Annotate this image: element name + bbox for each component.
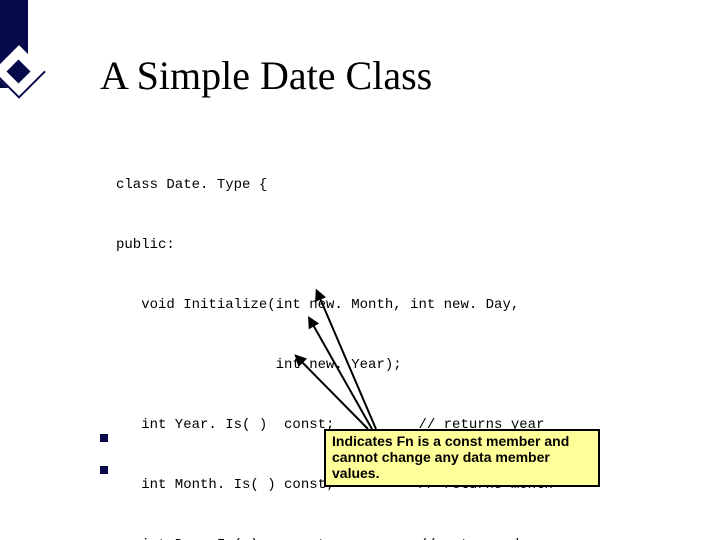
bullet-icon — [100, 466, 108, 474]
code-line: void Initialize(int new. Month, int new.… — [116, 298, 553, 312]
code-line: public: — [116, 238, 553, 252]
slide-title: A Simple Date Class — [100, 52, 432, 99]
annotation-text: Indicates Fn is a const member and — [332, 433, 569, 449]
annotation-callout: Indicates Fn is a const member and canno… — [324, 429, 600, 487]
slide: A Simple Date Class class Date. Type { p… — [0, 0, 720, 540]
bullet-icon — [100, 434, 108, 442]
code-line: class Date. Type { — [116, 178, 553, 192]
annotation-text: cannot change any data member values. — [332, 449, 550, 481]
code-line: int new. Year); — [116, 358, 553, 372]
